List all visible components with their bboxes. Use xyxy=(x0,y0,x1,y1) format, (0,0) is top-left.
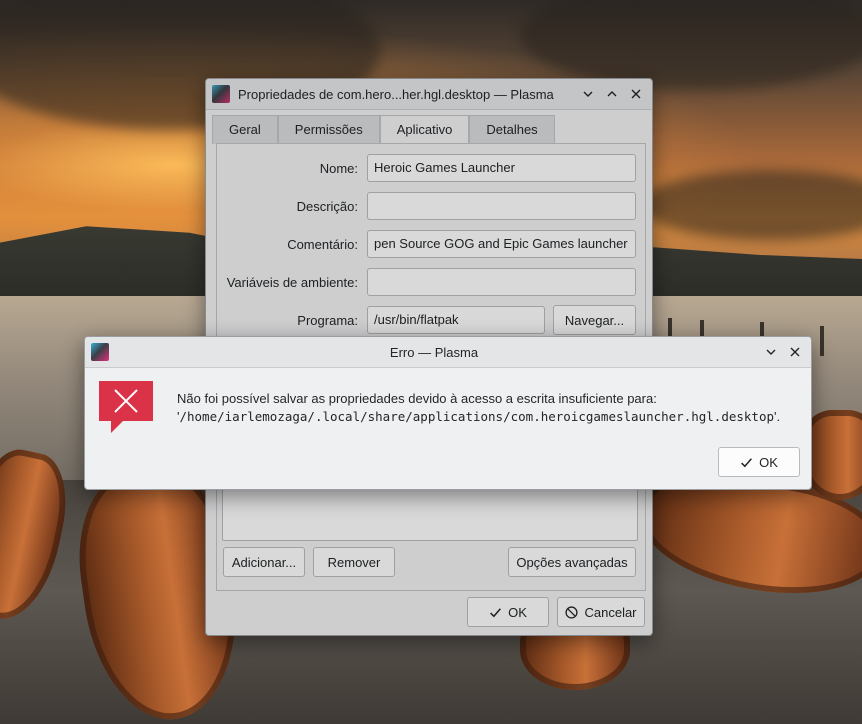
error-dialog: Erro — Plasma Não foi possível salvar as… xyxy=(84,336,812,490)
checkmark-icon xyxy=(490,607,502,617)
name-field[interactable]: Heroic Games Launcher xyxy=(367,154,636,182)
tab-geral[interactable]: Geral xyxy=(212,115,278,144)
name-label: Nome: xyxy=(319,161,358,176)
cancel-button[interactable]: Cancelar xyxy=(557,597,645,627)
window-title: Propriedades de com.hero...her.hgl.deskt… xyxy=(238,86,554,102)
heroic-app-icon xyxy=(91,343,109,361)
browse-button[interactable]: Navegar... xyxy=(553,305,636,335)
close-icon[interactable] xyxy=(783,340,807,364)
ok-label: OK xyxy=(759,454,778,470)
cancel-icon xyxy=(565,605,579,619)
program-label: Programa: xyxy=(297,313,358,328)
heroic-app-icon xyxy=(212,85,230,103)
description-label: Descrição: xyxy=(296,199,358,214)
error-path-line: '/home/iarlemozaga/.local/share/applicat… xyxy=(177,409,780,424)
tab-detalhes[interactable]: Detalhes xyxy=(469,115,555,144)
advanced-options-button[interactable]: Opções avançadas xyxy=(508,547,636,577)
error-title: Erro — Plasma xyxy=(389,344,479,360)
cancel-label: Cancelar xyxy=(584,604,637,620)
error-titlebar[interactable]: Erro — Plasma xyxy=(85,337,811,368)
properties-ok-button[interactable]: OK xyxy=(467,597,549,627)
checkmark-icon xyxy=(741,457,753,467)
environment-variables-field[interactable] xyxy=(367,268,636,296)
chevron-down-icon[interactable] xyxy=(759,340,783,364)
environment-variables-label: Variáveis de ambiente: xyxy=(226,275,358,290)
error-ok-button[interactable]: OK xyxy=(718,447,800,477)
chevron-down-icon[interactable] xyxy=(576,82,600,106)
ok-label: OK xyxy=(508,604,527,620)
error-path: /home/iarlemozaga/.local/share/applicati… xyxy=(179,409,775,424)
remove-button[interactable]: Remover xyxy=(313,547,395,577)
tab-bar: Geral Permissões Aplicativo Detalhes xyxy=(212,115,555,144)
error-message: Não foi possível salvar as propriedades … xyxy=(177,391,657,406)
tab-aplicativo[interactable]: Aplicativo xyxy=(379,115,470,144)
program-field[interactable]: /usr/bin/flatpak xyxy=(367,306,545,334)
error-path-close-quote: '. xyxy=(774,409,781,424)
tab-permissoes[interactable]: Permissões xyxy=(277,115,380,144)
add-button[interactable]: Adicionar... xyxy=(223,547,305,577)
comment-label: Comentário: xyxy=(287,237,358,252)
comment-field[interactable]: pen Source GOG and Epic Games launcher xyxy=(367,230,636,258)
chevron-up-icon[interactable] xyxy=(600,82,624,106)
error-icon xyxy=(99,381,153,433)
properties-titlebar[interactable]: Propriedades de com.hero...her.hgl.deskt… xyxy=(206,79,652,110)
pier-post xyxy=(820,326,824,356)
description-field[interactable] xyxy=(367,192,636,220)
file-types-list[interactable] xyxy=(222,487,638,541)
close-icon[interactable] xyxy=(624,82,648,106)
